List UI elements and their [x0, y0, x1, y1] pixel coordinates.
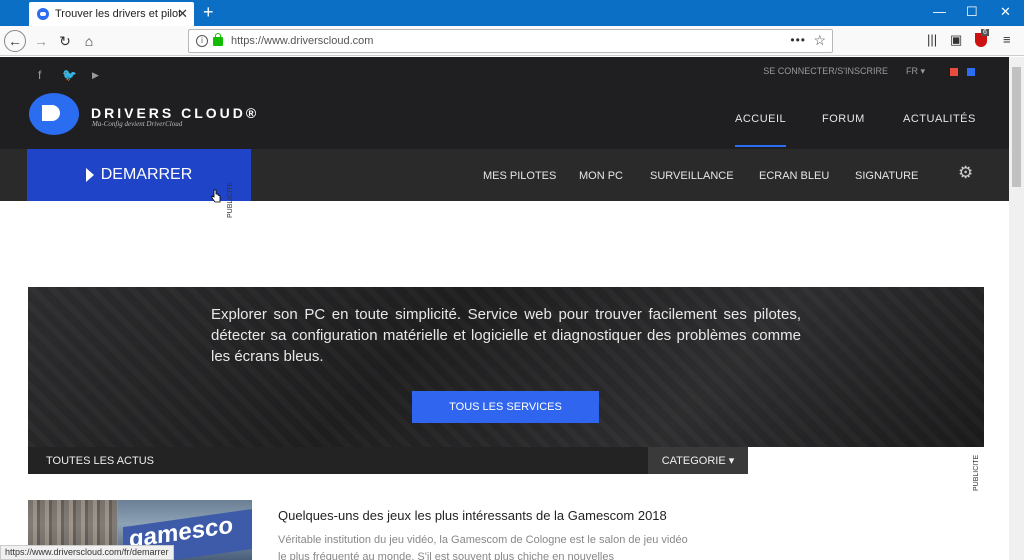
- nav-forum[interactable]: FORUM: [822, 113, 865, 125]
- driverscloud-favicon-icon: [37, 8, 49, 20]
- ad-label-side: PUBLICITE: [973, 454, 980, 491]
- close-tab-icon[interactable]: ✕: [177, 6, 188, 22]
- ublock-icon[interactable]: 6: [975, 29, 989, 47]
- info-icon[interactable]: i: [196, 35, 208, 47]
- url-text[interactable]: https://www.driverscloud.com: [231, 35, 373, 47]
- browser-titlebar: Trouver les drivers et pilotes en ✕ + — …: [0, 0, 1024, 26]
- news-bar-spacer: [748, 447, 984, 474]
- back-icon[interactable]: ←: [4, 30, 26, 52]
- nav-actualites[interactable]: ACTUALITÉS: [903, 113, 976, 125]
- gear-icon[interactable]: ⚙: [958, 163, 973, 183]
- hero-text: Explorer son PC en toute simplicité. Ser…: [211, 306, 801, 365]
- category-dropdown[interactable]: CATEGORIE ▾: [648, 447, 748, 474]
- sidebar-icon[interactable]: ▣: [950, 32, 962, 48]
- tab-title: Trouver les drivers et pilotes en: [55, 8, 180, 20]
- nav-mon-pc[interactable]: MON PC: [579, 170, 623, 182]
- browser-tab[interactable]: Trouver les drivers et pilotes en ✕: [29, 2, 194, 26]
- nav-surveillance[interactable]: SURVEILLANCE: [650, 170, 734, 182]
- new-tab-icon[interactable]: +: [203, 3, 214, 21]
- facebook-icon[interactable]: f: [38, 68, 41, 82]
- login-link[interactable]: SE CONNECTER/S'INSCRIRE: [763, 66, 888, 76]
- article-title[interactable]: Quelques-uns des jeux les plus intéressa…: [278, 508, 667, 523]
- ad-label: PUBLICITE: [227, 181, 234, 218]
- demarrer-label: DEMARRER: [100, 166, 193, 183]
- page-content: f 🐦 ▶ SE CONNECTER/S'INSCRIRE FR ▾ DRIVE…: [0, 57, 1009, 560]
- article-excerpt: Véritable institution du jeu vidéo, la G…: [278, 534, 688, 560]
- logo-tagline: Ma-Config devient DriverCloud: [92, 120, 183, 128]
- language-select[interactable]: FR ▾: [906, 66, 925, 77]
- hero-banner: Explorer son PC en toute simplicité. Ser…: [28, 287, 984, 447]
- page-scrollbar[interactable]: [1009, 57, 1024, 560]
- logo-name[interactable]: DRIVERS CLOUD®: [91, 105, 259, 121]
- url-bar[interactable]: i https://www.driverscloud.com ••• ☆: [188, 29, 833, 53]
- hand-cursor-icon: [211, 189, 221, 203]
- twitter-icon[interactable]: 🐦: [62, 68, 77, 82]
- flag-blue-icon[interactable]: [967, 68, 975, 76]
- play-arrow-icon: [85, 168, 94, 182]
- maximize-icon[interactable]: ☐: [966, 4, 978, 20]
- nav-accueil[interactable]: ACCUEIL: [735, 113, 787, 147]
- menu-icon[interactable]: ≡: [1003, 32, 1011, 47]
- status-bar-url: https://www.driverscloud.com/fr/demarrer: [0, 545, 174, 560]
- all-news-title[interactable]: TOUTES LES ACTUS: [46, 455, 154, 467]
- home-icon[interactable]: ⌂: [78, 30, 100, 52]
- browser-navbar: ← → ↻ ⌂ i https://www.driverscloud.com •…: [0, 26, 1024, 56]
- minimize-icon[interactable]: —: [933, 4, 946, 19]
- flag-red-icon[interactable]: [950, 68, 958, 76]
- lock-icon: [213, 32, 223, 46]
- forward-icon[interactable]: →: [30, 30, 52, 52]
- library-icon[interactable]: |||: [927, 32, 937, 47]
- all-services-button[interactable]: TOUS LES SERVICES: [412, 391, 599, 423]
- youtube-icon[interactable]: ▶: [92, 70, 99, 81]
- driverscloud-logo-icon[interactable]: [29, 93, 79, 135]
- nav-signature[interactable]: SIGNATURE: [855, 170, 918, 182]
- nav-mes-pilotes[interactable]: MES PILOTES: [483, 170, 556, 182]
- scrollbar-thumb[interactable]: [1012, 67, 1021, 187]
- bookmark-star-icon[interactable]: ☆: [813, 32, 826, 49]
- nav-ecran-bleu[interactable]: ECRAN BLEU: [759, 170, 829, 182]
- page-actions-icon[interactable]: •••: [790, 33, 806, 47]
- reload-icon[interactable]: ↻: [54, 30, 76, 52]
- site-header: f 🐦 ▶ SE CONNECTER/S'INSCRIRE FR ▾ DRIVE…: [0, 57, 1009, 149]
- close-window-icon[interactable]: ✕: [1000, 4, 1011, 20]
- ublock-badge: 6: [981, 29, 989, 36]
- secondary-nav: DEMARRER MES PILOTES MON PC SURVEILLANCE…: [0, 149, 1009, 201]
